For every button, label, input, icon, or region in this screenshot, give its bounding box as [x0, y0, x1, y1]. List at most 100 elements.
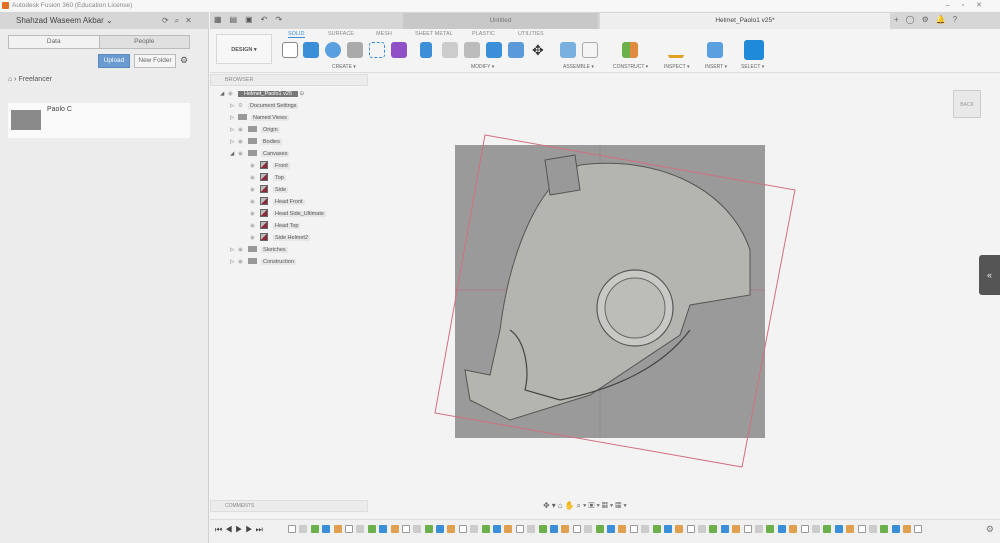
tab-helmet[interactable]: Helmet_Paolo1 v25*	[600, 13, 890, 29]
move-icon[interactable]: ✥	[532, 42, 548, 58]
timeline-feature-icon[interactable]	[333, 525, 342, 533]
tab-plastic[interactable]: PLASTIC	[472, 31, 495, 37]
timeline-feature-icon[interactable]	[868, 525, 877, 533]
new-folder-button[interactable]: New Folder	[134, 54, 176, 68]
tab-sheet-metal[interactable]: SHEET METAL	[415, 31, 453, 37]
timeline-feature-icon[interactable]	[903, 525, 912, 533]
timeline-feature-icon[interactable]	[401, 525, 410, 533]
timeline-feature-icon[interactable]	[299, 525, 308, 533]
timeline-feature-icon[interactable]	[686, 525, 695, 533]
navigation-bar[interactable]: ✥▾⌂✋⌕▾▣▾▦▾▦▾	[543, 501, 629, 511]
timeline-feature-icon[interactable]	[675, 525, 684, 533]
timeline-feature-icon[interactable]	[344, 525, 353, 533]
timeline-feature-icon[interactable]	[424, 525, 433, 533]
expand-panel-button[interactable]: «	[979, 255, 1000, 295]
timeline-feature-icon[interactable]	[891, 525, 900, 533]
timeline-feature-icon[interactable]	[595, 525, 604, 533]
tab-untitled[interactable]: Untitled	[403, 13, 598, 29]
timeline-feature-icon[interactable]	[789, 525, 798, 533]
timeline-feature-icon[interactable]	[390, 525, 399, 533]
timeline-feature-icon[interactable]	[709, 525, 718, 533]
timeline-feature-icon[interactable]	[367, 525, 376, 533]
timeline-feature-icon[interactable]	[720, 525, 729, 533]
timeline-feature-icon[interactable]	[743, 525, 752, 533]
breadcrumb[interactable]: ⌂ › Freelancer	[8, 76, 52, 83]
timeline-feature-icon[interactable]	[538, 525, 547, 533]
canvas-item[interactable]: ◉ Side Helmet2	[220, 232, 326, 244]
timeline-feature-icon[interactable]	[857, 525, 866, 533]
timeline-feature-icon[interactable]	[732, 525, 741, 533]
timeline-feature-icon[interactable]	[470, 525, 479, 533]
tree-item[interactable]: ▷ ◉ Sketches	[220, 244, 326, 256]
tree-label[interactable]: Head Side_Ultimate	[273, 211, 326, 217]
timeline-feature-icon[interactable]	[766, 525, 775, 533]
timeline-feature-icon[interactable]	[481, 525, 490, 533]
timeline-feature-icon[interactable]	[515, 525, 524, 533]
window-controls[interactable]: –▫✕	[946, 0, 994, 11]
tree-label[interactable]: Side	[273, 187, 289, 193]
group-assemble[interactable]: ASSEMBLE ▾	[563, 64, 594, 70]
tab-data[interactable]: Data	[9, 36, 99, 48]
tree-item[interactable]: ▷ ⚙ Document Settings	[220, 100, 326, 112]
timeline-feature-icon[interactable]	[458, 525, 467, 533]
timeline-feature-icon[interactable]	[823, 525, 832, 533]
group-select[interactable]: SELECT ▾	[741, 64, 764, 70]
timeline-feature-icon[interactable]	[777, 525, 786, 533]
tree-label[interactable]: Head Front	[273, 199, 305, 205]
breadcrumb-freelancer[interactable]: Freelancer	[18, 76, 51, 83]
user-header[interactable]: Shahzad Waseem Akbar ⌄ ⟳⌕✕	[0, 12, 209, 29]
fillet-icon[interactable]	[442, 42, 458, 58]
new-component-icon[interactable]	[560, 42, 576, 58]
timeline-feature-icon[interactable]	[584, 525, 593, 533]
timeline-feature-icon[interactable]	[356, 525, 365, 533]
gear-icon[interactable]: ⚙	[180, 55, 188, 66]
timeline-feature-icon[interactable]	[641, 525, 650, 533]
timeline-settings-icon[interactable]: ⚙	[986, 524, 994, 535]
data-people-toggle[interactable]: Data People	[8, 35, 190, 49]
timeline-feature-icon[interactable]	[436, 525, 445, 533]
timeline-feature-icon[interactable]	[288, 525, 296, 533]
canvas-item[interactable]: ◉ Head Side_Ultimate	[220, 208, 326, 220]
workspace-switcher[interactable]: DESIGN ▾	[216, 34, 272, 64]
tab-utilities[interactable]: UTILITIES	[518, 31, 544, 37]
timeline-feature-icon[interactable]	[447, 525, 456, 533]
browser-header[interactable]: BROWSER	[210, 74, 368, 86]
joint-icon[interactable]	[582, 42, 598, 58]
timeline-feature-icon[interactable]	[698, 525, 707, 533]
tree-item[interactable]: ◢ ◉ Canvases	[220, 148, 326, 160]
canvas-item[interactable]: ◉ Front	[220, 160, 326, 172]
timeline-feature-icon[interactable]	[629, 525, 638, 533]
tree-item[interactable]: ▷ Named Views	[220, 112, 326, 124]
tab-solid[interactable]: SOLID	[288, 31, 305, 38]
create-sketch-icon[interactable]	[282, 42, 298, 58]
group-modify[interactable]: MODIFY ▾	[471, 64, 494, 70]
timeline-feature-icon[interactable]	[880, 525, 889, 533]
viewport-model[interactable]	[430, 130, 810, 475]
timeline-feature-icon[interactable]	[504, 525, 513, 533]
timeline-feature-icon[interactable]	[755, 525, 764, 533]
tab-surface[interactable]: SURFACE	[328, 31, 354, 37]
canvas-item[interactable]: ◉ Head Top	[220, 220, 326, 232]
user-name[interactable]: Shahzad Waseem Akbar	[16, 16, 104, 25]
refresh-search-close-icons[interactable]: ⟳⌕✕	[162, 12, 198, 29]
tree-label[interactable]: Document Settings	[248, 103, 299, 109]
tree-label[interactable]: Front	[273, 163, 290, 169]
timeline-feature-icon[interactable]	[834, 525, 843, 533]
tree-item[interactable]: ▷ ◉ Construction	[220, 256, 326, 268]
tree-item[interactable]: ▷ ◉ Origin	[220, 124, 326, 136]
tree-label[interactable]: Side Helmet2	[273, 235, 311, 241]
timeline-feature-icon[interactable]	[310, 525, 319, 533]
timeline-feature-icon[interactable]	[572, 525, 581, 533]
tree-label[interactable]: Construction	[261, 259, 296, 265]
revolve-icon[interactable]	[325, 42, 341, 58]
tree-item[interactable]: ▷ ◉ Bodies	[220, 136, 326, 148]
shell-icon[interactable]	[464, 42, 480, 58]
insert-image-icon[interactable]	[707, 42, 723, 58]
group-construct[interactable]: CONSTRUCT ▾	[613, 64, 648, 70]
tree-label[interactable]: Sketches	[261, 247, 288, 253]
tree-root[interactable]: ◢ ◉ Helmet_Paolo1 v25 ⊙	[220, 88, 326, 100]
canvas-item[interactable]: ◉ Side	[220, 184, 326, 196]
timeline-feature-icon[interactable]	[493, 525, 502, 533]
measure-icon[interactable]	[668, 42, 684, 58]
tree-label[interactable]: Head Top	[273, 223, 301, 229]
